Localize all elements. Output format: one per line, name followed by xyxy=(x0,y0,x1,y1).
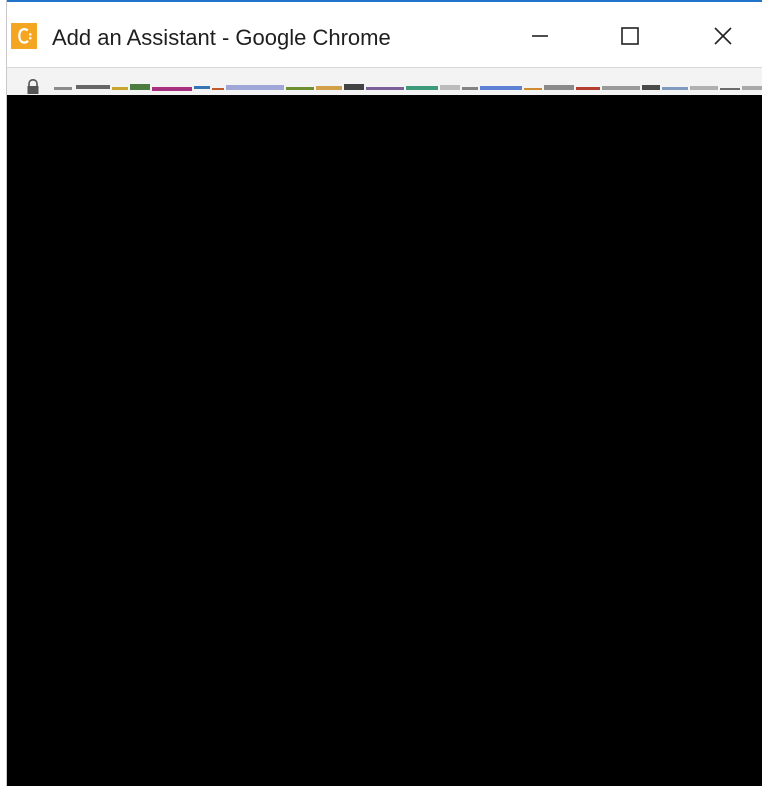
close-button[interactable] xyxy=(699,16,747,56)
address-bar-glitch xyxy=(54,84,762,91)
browser-window: Add an Assistant - Google Chrome xyxy=(6,0,762,786)
browser-toolbar xyxy=(7,67,762,95)
close-icon xyxy=(714,27,732,45)
chrome-window-app-icon xyxy=(11,23,37,49)
lock-icon xyxy=(27,78,39,94)
maximize-icon xyxy=(621,27,639,45)
window-title: Add an Assistant - Google Chrome xyxy=(52,25,391,50)
minimize-icon xyxy=(532,35,548,37)
content-area xyxy=(7,95,762,786)
address-bar-obscured[interactable] xyxy=(54,77,762,95)
minimize-button[interactable] xyxy=(516,16,564,56)
app-logo-icon xyxy=(12,24,36,48)
maximize-button[interactable] xyxy=(606,16,654,56)
window-title-bar[interactable]: Add an Assistant - Google Chrome xyxy=(7,0,762,67)
